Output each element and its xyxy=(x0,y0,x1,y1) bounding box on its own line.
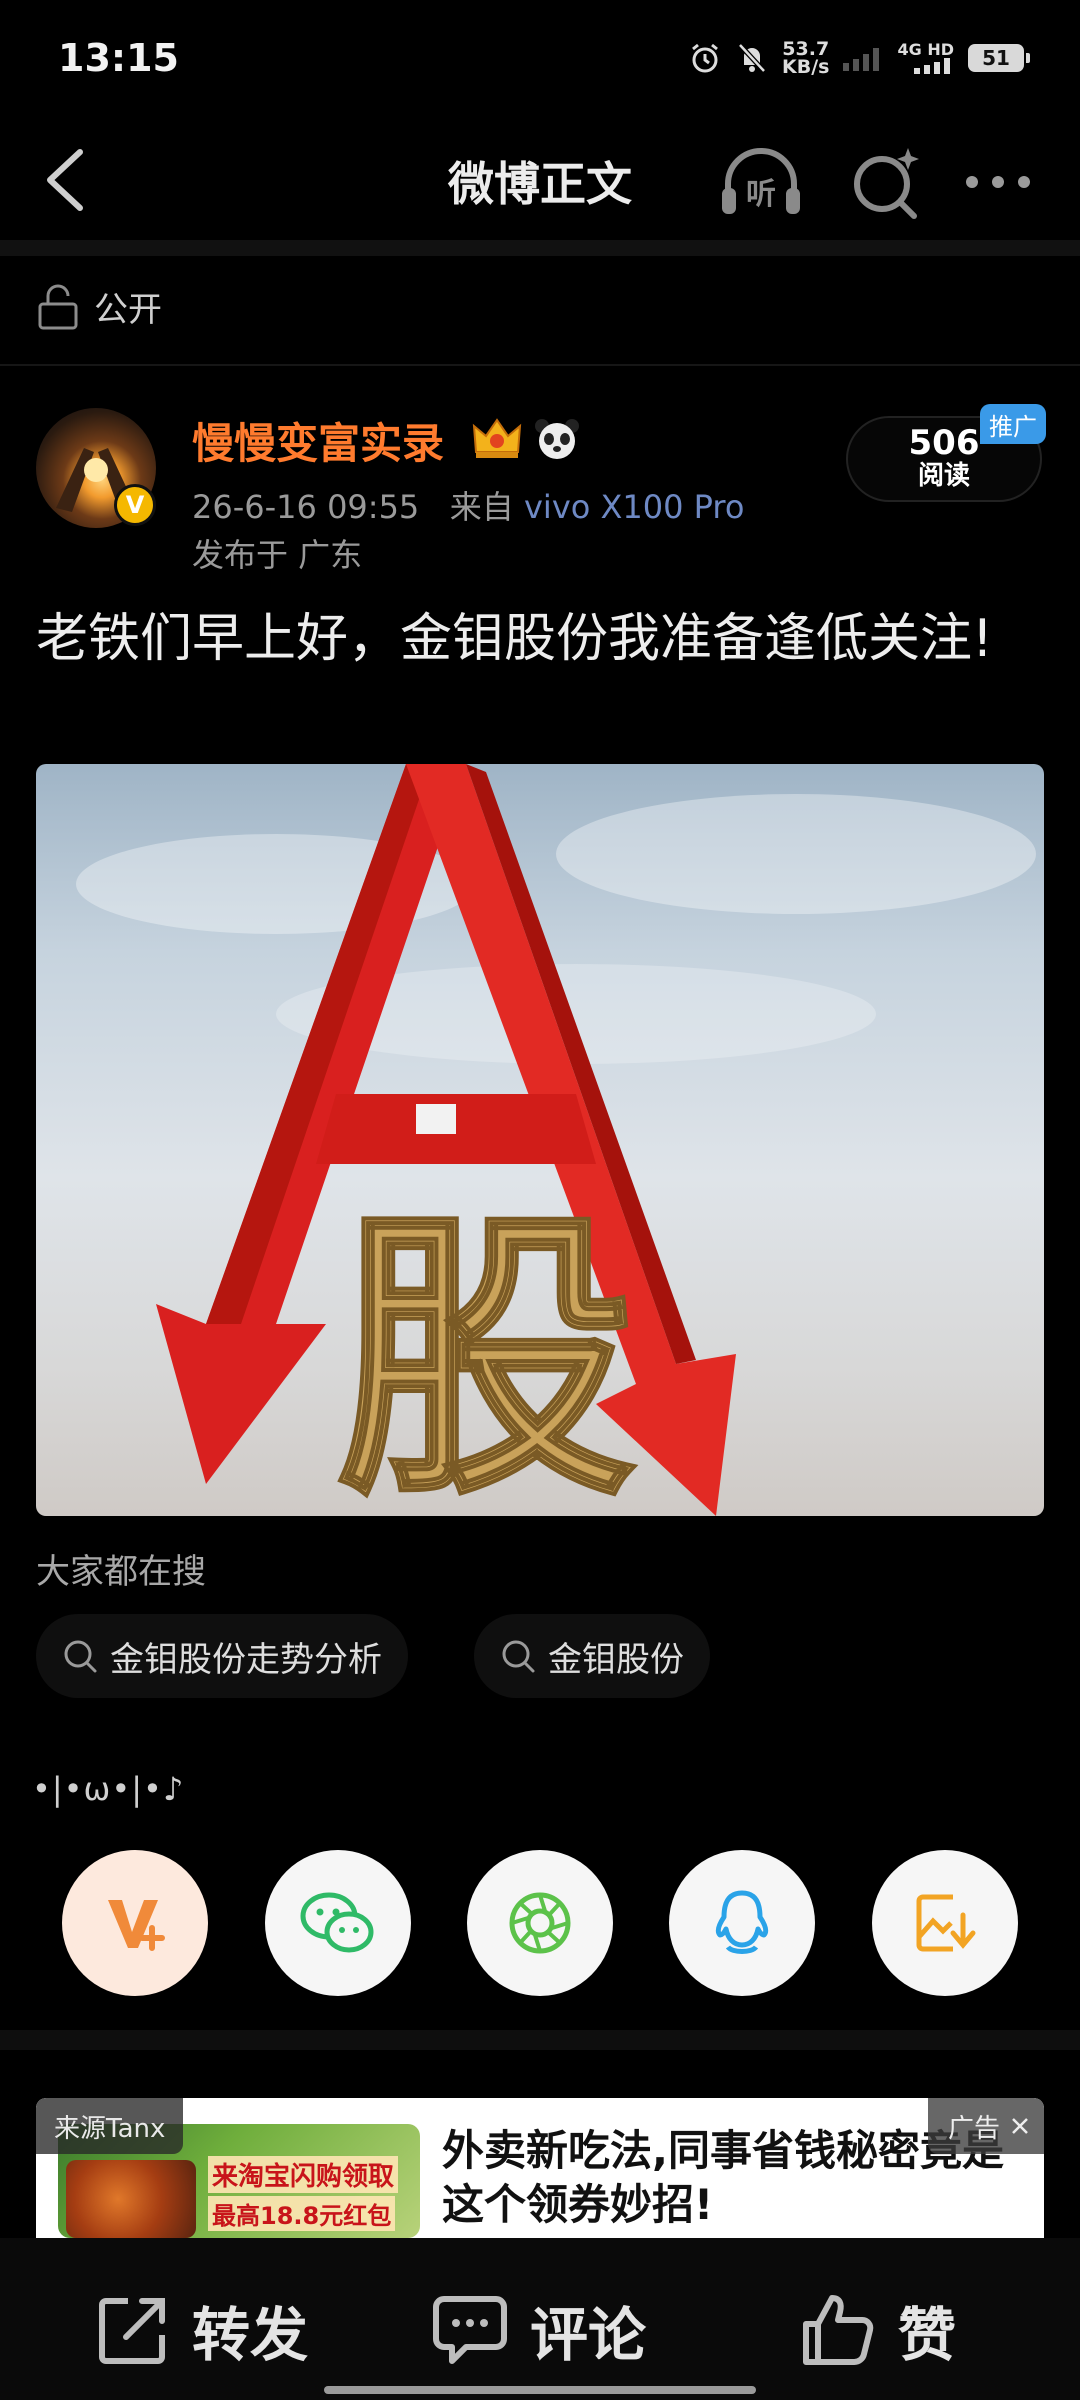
comment-button[interactable]: 评论 xyxy=(432,2288,646,2372)
visibility-label: 公开 xyxy=(94,290,162,330)
a-share-illustration: 股 xyxy=(76,764,1036,1516)
like-button[interactable]: 赞 xyxy=(800,2288,956,2372)
share-wechat-button[interactable] xyxy=(265,1850,411,1996)
net-speed: 53.7 KB/s xyxy=(782,38,830,78)
save-image-icon xyxy=(916,1894,976,1952)
top-nav-bar: 微博正文 听 xyxy=(0,120,1080,240)
ad-food-image xyxy=(66,2160,196,2238)
moments-icon xyxy=(509,1892,571,1954)
thumbs-up-icon xyxy=(803,2295,874,2365)
bottom-action-bar: 转发 评论 赞 xyxy=(0,2238,1080,2400)
crown-icon[interactable] xyxy=(470,414,524,462)
search-suggestion-label: 金钼股份 xyxy=(548,1639,684,1680)
nav-divider xyxy=(0,240,1080,256)
ad-image-text-1: 来淘宝闪购领取 xyxy=(208,2156,399,2193)
kaomoji-text[interactable]: •|•ω•|•♪ xyxy=(32,1770,184,1808)
post-text: 老铁们早上好，金钼股份我准备逢低关注! xyxy=(36,609,993,669)
vplus-icon xyxy=(108,1900,165,1951)
read-label: 阅读 xyxy=(917,461,970,491)
post-location: 发布于 广东 xyxy=(192,536,363,574)
wechat-icon xyxy=(300,1892,374,1953)
alarm-icon xyxy=(692,43,718,73)
repost-button[interactable]: 转发 xyxy=(96,2288,308,2372)
signal-empty-icon xyxy=(843,48,880,71)
share-qq-button[interactable] xyxy=(669,1850,815,1996)
ad-badge[interactable]: 广告 xyxy=(927,2098,1044,2154)
repost-label: 转发 xyxy=(192,2301,309,2369)
author-name[interactable]: 慢慢变富实录 xyxy=(192,410,444,471)
post-timestamp: 26-6-16 09:55 xyxy=(192,488,420,526)
status-time: 13:15 xyxy=(58,36,179,80)
post-meta: 26-6-16 09:55 来自 vivo X100 Pro xyxy=(192,482,744,528)
close-icon[interactable] xyxy=(1010,2116,1030,2136)
search-icon xyxy=(64,1640,97,1673)
svg-text:股: 股 xyxy=(336,1186,636,1516)
battery-indicator: 51 xyxy=(968,44,1030,72)
signal-bars-icon xyxy=(914,58,950,74)
search-icon[interactable] xyxy=(846,142,926,222)
device-link[interactable]: vivo X100 Pro xyxy=(524,488,744,526)
share-moments-button[interactable] xyxy=(467,1850,613,1996)
search-icon xyxy=(502,1640,535,1673)
source-prefix: 来自 xyxy=(449,488,514,526)
comment-label: 评论 xyxy=(530,2301,647,2369)
search-suggestions-heading: 大家都在搜 xyxy=(36,1552,206,1592)
search-suggestion-label: 金钼股份走势分析 xyxy=(110,1639,382,1680)
status-icons: 53.7 KB/s 4G HD 51 xyxy=(688,38,1030,78)
signal-4g: 4G HD xyxy=(897,42,954,74)
ad-badge-label: 广告 xyxy=(947,2113,1000,2144)
mute-bell-icon xyxy=(738,43,766,73)
verified-badge: V xyxy=(114,484,156,526)
divider xyxy=(0,364,1080,366)
qq-icon xyxy=(715,1890,769,1954)
share-vplus-button[interactable] xyxy=(62,1850,208,1996)
promo-tag[interactable]: 推广 xyxy=(980,404,1046,444)
more-options-icon[interactable] xyxy=(958,154,1038,210)
status-bar: 13:15 53.7 KB/s 4G HD 51 xyxy=(0,0,1080,120)
svg-text:听: 听 xyxy=(746,177,776,212)
comment-icon xyxy=(433,2296,507,2364)
repost-icon xyxy=(99,2298,165,2364)
search-suggestion-chip[interactable]: 金钼股份走势分析 xyxy=(36,1614,408,1698)
post-image[interactable]: 股 xyxy=(36,764,1044,1516)
visibility-row: 公开 xyxy=(36,282,162,331)
listen-headphone-icon[interactable]: 听 xyxy=(718,140,804,226)
ad-card[interactable]: 来源Tanx 来淘宝闪购领取 最高18.8元红包 外卖新吃法,同事省钱秘密竟是这… xyxy=(36,2098,1044,2238)
ad-source-label: 来源Tanx xyxy=(36,2098,184,2154)
section-divider xyxy=(0,2030,1080,2050)
share-save-image-button[interactable] xyxy=(872,1850,1018,1996)
like-label: 赞 xyxy=(898,2301,957,2369)
ad-image-text-2: 最高18.8元红包 xyxy=(208,2196,396,2231)
search-suggestion-chip[interactable]: 金钼股份 xyxy=(474,1614,710,1698)
panda-icon[interactable] xyxy=(532,414,582,462)
unlock-icon xyxy=(38,284,78,329)
home-indicator[interactable] xyxy=(324,2386,756,2394)
